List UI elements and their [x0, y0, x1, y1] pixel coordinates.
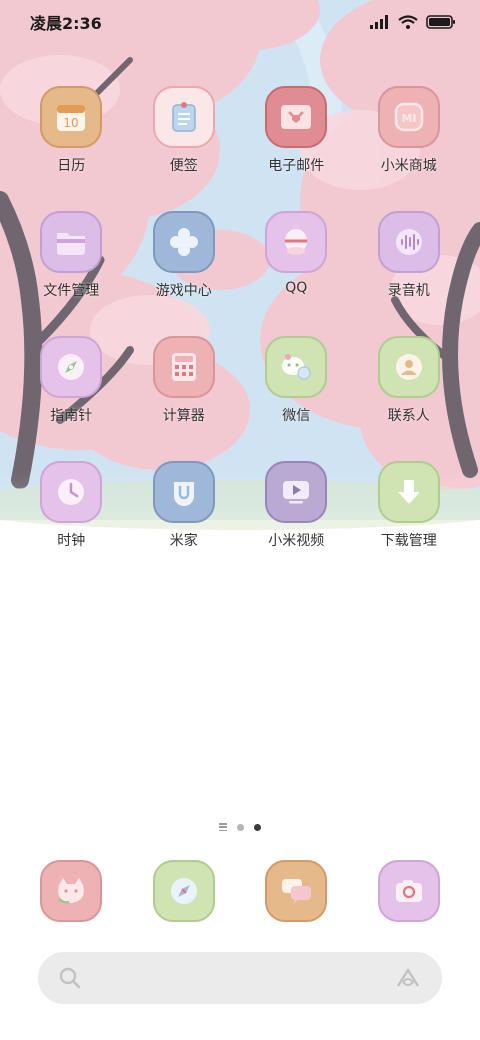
app-game-center[interactable]: 游戏中心 [128, 211, 241, 336]
app-label: 文件管理 [43, 283, 100, 299]
game-center-icon [152, 211, 215, 273]
notes-icon [152, 86, 215, 148]
messages-icon[interactable] [265, 860, 328, 922]
clock-icon [40, 461, 103, 523]
recorder-icon [377, 211, 440, 273]
search-icon [59, 967, 81, 989]
page-indicator-dot-active [254, 823, 261, 831]
app-label: 便签 [169, 158, 198, 174]
app-label: 时钟 [57, 533, 86, 549]
app-compass[interactable]: 指南针 [15, 336, 128, 461]
app-notes[interactable]: 便签 [128, 86, 241, 211]
mijia-icon [152, 461, 215, 523]
dock [15, 860, 465, 922]
app-calendar[interactable]: 10 日历 [15, 86, 128, 211]
mail-icon [265, 86, 328, 148]
app-calculator[interactable]: 计算器 [128, 336, 241, 461]
page-indicator-home-lines [219, 823, 227, 831]
app-label: 小米视频 [268, 533, 325, 549]
app-wechat[interactable]: 微信 [240, 336, 353, 461]
folder-icon [40, 211, 103, 273]
svg-text:10: 10 [64, 116, 79, 130]
app-files[interactable]: 文件管理 [15, 211, 128, 336]
status-icons [370, 15, 456, 29]
status-time: 凌晨2:36 [30, 14, 102, 33]
signal-icon [370, 15, 388, 29]
app-contacts[interactable]: 联系人 [353, 336, 466, 461]
page-indicator-dot [237, 823, 244, 831]
video-icon [265, 461, 328, 523]
app-label: 电子邮件 [268, 158, 325, 174]
wifi-icon [398, 15, 418, 29]
calendar-icon: 10 [40, 86, 103, 148]
mi-store-icon: MI [377, 86, 440, 148]
app-clock[interactable]: 时钟 [15, 461, 128, 586]
app-label: 指南针 [50, 408, 93, 424]
wechat-icon [265, 336, 328, 398]
app-label: 录音机 [387, 283, 430, 299]
app-mi-store[interactable]: MI 小米商城 [353, 86, 466, 211]
download-icon [377, 461, 440, 523]
qq-icon [265, 211, 328, 273]
camera-icon[interactable] [377, 860, 440, 922]
app-label: 联系人 [387, 408, 430, 424]
app-label: 计算器 [162, 408, 205, 424]
assistant-icon[interactable] [394, 966, 422, 990]
app-label: 微信 [282, 408, 311, 424]
app-label: QQ [285, 280, 308, 296]
app-mi-video[interactable]: 小米视频 [240, 461, 353, 586]
app-qq[interactable]: QQ [240, 211, 353, 336]
browser-icon[interactable] [152, 860, 215, 922]
app-label: 米家 [169, 533, 198, 549]
app-recorder[interactable]: 录音机 [353, 211, 466, 336]
compass-icon [40, 336, 103, 398]
calculator-icon [152, 336, 215, 398]
app-label: 游戏中心 [155, 283, 212, 299]
page-indicator[interactable] [0, 823, 480, 831]
app-mijia[interactable]: 米家 [128, 461, 241, 586]
contacts-icon [377, 336, 440, 398]
app-grid: 10 日历 便签 电子邮件 MI 小米商城 文件管理 游戏中心 QQ 录音机 指… [15, 86, 465, 586]
app-mail[interactable]: 电子邮件 [240, 86, 353, 211]
app-label: 日历 [57, 158, 86, 174]
app-label: 下载管理 [380, 533, 437, 549]
battery-icon [426, 15, 455, 29]
status-bar: 凌晨2:36 [0, 0, 480, 44]
phone-cat-icon[interactable] [40, 860, 103, 922]
search-bar[interactable] [38, 952, 442, 1004]
app-downloads[interactable]: 下载管理 [353, 461, 466, 586]
app-label: 小米商城 [380, 158, 437, 174]
svg-text:MI: MI [401, 112, 416, 125]
